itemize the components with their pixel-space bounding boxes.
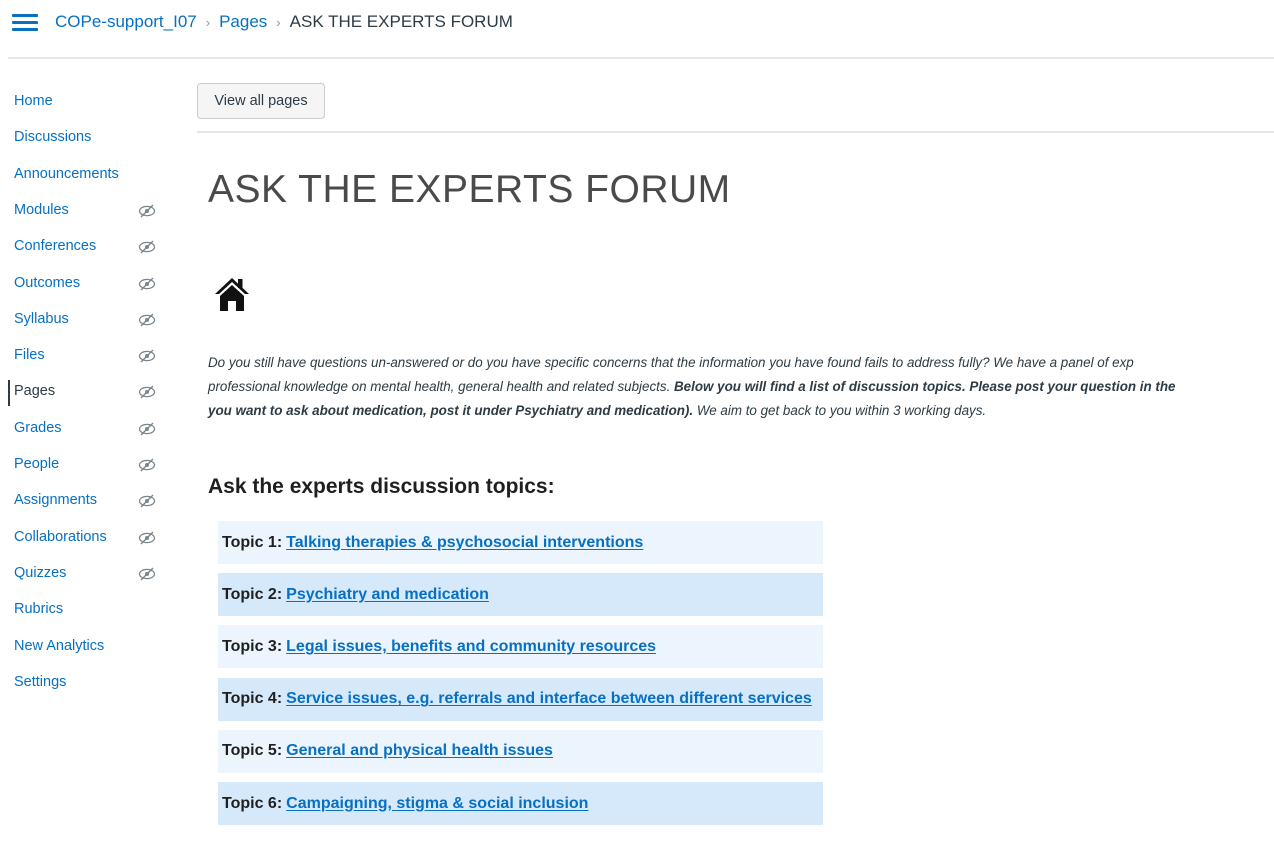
page-title: ASK THE EXPERTS FORUM — [208, 168, 731, 211]
sidebar-item-label: Grades — [14, 419, 62, 436]
eye-slash-icon — [138, 240, 156, 254]
sidebar-item-assignments[interactable]: Assignments — [0, 489, 170, 515]
topic-row: Topic 3: Legal issues, benefits and commu… — [218, 625, 823, 669]
sidebar-item-label: Collaborations — [14, 528, 107, 545]
eye-slash-icon — [138, 422, 156, 436]
topics-heading: Ask the experts discussion topics: — [208, 475, 555, 498]
sidebar-item-discussions[interactable]: Discussions — [0, 126, 170, 152]
eye-slash-icon — [138, 385, 156, 399]
intro-line: you want to ask about medication, post i… — [208, 403, 987, 418]
eye-slash-icon — [138, 313, 156, 327]
eye-slash-icon — [138, 204, 156, 218]
sidebar-item-people[interactable]: People — [0, 453, 170, 479]
topic-number: Topic 6: — [222, 794, 283, 812]
sidebar-item-outcomes[interactable]: Outcomes — [0, 272, 170, 298]
sidebar-item-pages[interactable]: Pages — [0, 380, 170, 407]
topic-number: Topic 4: — [222, 690, 283, 708]
topic-row: Topic 4: Service issues, e.g. referrals a… — [218, 677, 823, 721]
sidebar-item-collaborations[interactable]: Collaborations — [0, 526, 170, 552]
breadcrumb: COPe-support_I07 › Pages › ASK THE EXPER… — [55, 12, 513, 32]
sidebar-item-files[interactable]: Files — [0, 344, 170, 370]
eye-slash-icon — [138, 349, 156, 363]
sidebar-item-rubrics[interactable]: Rubrics — [0, 598, 170, 624]
sidebar-item-label: Rubrics — [14, 601, 64, 618]
active-indicator — [8, 380, 10, 407]
eye-slash-icon — [138, 277, 156, 290]
eye-slash-icon — [138, 531, 156, 545]
sidebar-item-label: Files — [14, 347, 45, 364]
eye-slash-icon — [138, 567, 156, 581]
sidebar-item-grades[interactable]: Grades — [0, 417, 170, 443]
breadcrumb-separator: › — [205, 14, 211, 30]
topic-link[interactable]: Psychiatry and medication — [286, 586, 489, 604]
sidebar-item-label: Outcomes — [14, 274, 81, 291]
intro-paragraph: Do you still have questions un-answered … — [208, 351, 1274, 423]
sidebar-item-label: Modules — [14, 201, 69, 218]
sidebar-item-label: People — [14, 456, 60, 472]
topic-number: Topic 2: — [222, 585, 283, 603]
topic-row: Topic 2: Psychiatry and medication — [218, 573, 823, 617]
sidebar-item-home[interactable]: Home — [0, 90, 170, 116]
sidebar-item-settings[interactable]: Settings — [0, 671, 170, 697]
global-header: COPe-support_I07 › Pages › ASK THE EXPER… — [0, 0, 1274, 56]
sidebar-item-label: Home — [14, 93, 53, 109]
topic-link[interactable]: Legal issues, benefits and community res… — [286, 638, 656, 656]
topic-link[interactable]: Campaigning, stigma & social inclusion — [286, 795, 588, 813]
sidebar-item-announcements[interactable]: Announcements — [0, 163, 170, 189]
topic-link[interactable]: Service issues, e.g. referrals and inter… — [286, 690, 812, 708]
topic-row: Topic 6: Campaigning, stigma & social inc… — [218, 782, 823, 825]
intro-line: Do you still have questions un-answered … — [208, 355, 1134, 370]
header-divider — [8, 57, 1274, 59]
sidebar-item-syllabus[interactable]: Syllabus — [0, 308, 170, 334]
sidebar-item-label: Settings — [14, 673, 67, 690]
sidebar-item-quizzes[interactable]: Quizzes — [0, 562, 170, 588]
sidebar-item-new-analytics[interactable]: New Analytics — [0, 635, 170, 661]
topic-row: Topic 1: Talking therapies & psychosocial… — [218, 521, 823, 564]
eye-slash-icon — [138, 494, 156, 508]
home-icon — [215, 278, 249, 311]
breadcrumb-current: ASK THE EXPERTS FORUM — [289, 12, 513, 31]
content-divider — [197, 131, 1274, 133]
eye-slash-icon — [138, 458, 156, 472]
topic-link[interactable]: Talking therapies & psychosocial interve… — [286, 534, 643, 552]
breadcrumb-course-link[interactable]: COPe-support_I07 — [55, 12, 197, 32]
sidebar-item-label: Discussions — [14, 129, 92, 146]
sidebar-item-modules[interactable]: Modules — [0, 199, 170, 225]
sidebar-item-label: New Analytics — [14, 637, 105, 654]
topic-number: Topic 5: — [222, 742, 283, 760]
topic-link[interactable]: General and physical health issues — [286, 742, 553, 760]
topic-number: Topic 3: — [222, 637, 283, 655]
breadcrumb-separator: › — [276, 14, 281, 30]
topic-number: Topic 1: — [222, 533, 283, 551]
view-all-pages-button[interactable]: View all pages — [197, 83, 325, 119]
topic-row: Topic 5: General and physical health issu… — [218, 729, 823, 773]
hamburger-menu-icon[interactable] — [12, 13, 38, 33]
sidebar-item-label: Pages — [14, 383, 56, 400]
sidebar-item-label: Announcements — [14, 165, 119, 182]
sidebar-item-conferences[interactable]: Conferences — [0, 235, 170, 261]
breadcrumb-pages-link[interactable]: Pages — [219, 12, 267, 32]
sidebar-item-label: Conferences — [14, 238, 97, 255]
intro-line: professional knowledge on mental health,… — [208, 379, 1176, 394]
sidebar-item-label: Quizzes — [14, 564, 67, 581]
sidebar-item-label: Syllabus — [14, 310, 69, 327]
sidebar-item-label: Assignments — [14, 492, 98, 509]
